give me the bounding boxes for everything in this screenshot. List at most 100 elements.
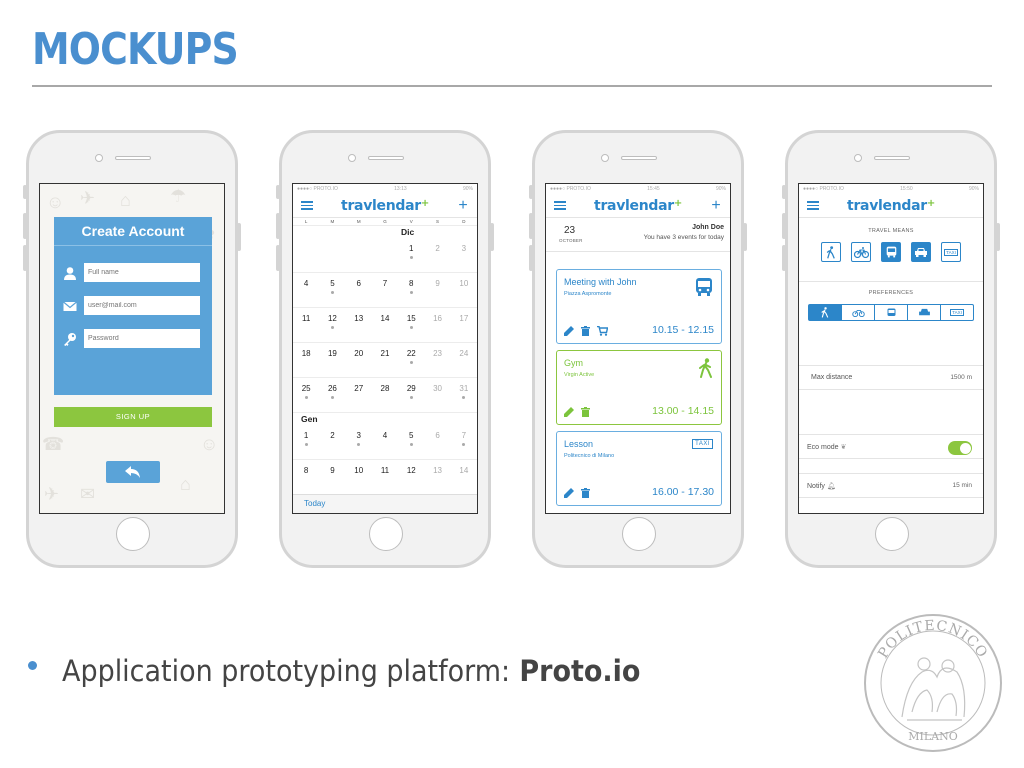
- walk-mode-toggle[interactable]: [821, 242, 841, 262]
- calendar-day[interactable]: 21: [372, 343, 398, 377]
- calendar-day[interactable]: 2: [319, 425, 345, 459]
- calendar-day[interactable]: 29: [398, 378, 424, 412]
- bus-mode-toggle[interactable]: [881, 242, 901, 262]
- pref-bus-segment[interactable]: [875, 305, 908, 320]
- calendar-day[interactable]: 18: [293, 343, 319, 377]
- pref-bike-segment[interactable]: [842, 305, 875, 320]
- calendar-day[interactable]: 28: [372, 378, 398, 412]
- calendar-day[interactable]: 8: [293, 460, 319, 494]
- calendar-day[interactable]: 17: [451, 308, 477, 342]
- calendar-day[interactable]: 19: [319, 343, 345, 377]
- calendar-day[interactable]: 1: [293, 425, 319, 459]
- trash-icon[interactable]: [581, 488, 590, 498]
- calendar-day[interactable]: 3: [346, 425, 372, 459]
- calendar-day[interactable]: 6: [346, 273, 372, 307]
- calendar-day[interactable]: 20: [346, 343, 372, 377]
- pref-walk-segment[interactable]: [809, 305, 842, 320]
- calendar-day[interactable]: 5: [319, 273, 345, 307]
- app-logo: travlendar+: [341, 197, 429, 214]
- events-count-text: You have 3 events for today: [643, 234, 724, 241]
- travel-means-heading: TRAVEL MEANS: [868, 228, 914, 234]
- event-title: Gym: [564, 358, 583, 368]
- calendar-day[interactable]: 10: [451, 273, 477, 307]
- calendar-day[interactable]: 15: [398, 308, 424, 342]
- calendar-day[interactable]: 11: [372, 460, 398, 494]
- calendar-day[interactable]: 6: [424, 425, 450, 459]
- back-button[interactable]: [106, 461, 160, 483]
- menu-icon[interactable]: [554, 201, 566, 210]
- menu-icon[interactable]: [807, 201, 819, 210]
- calendar-day[interactable]: 16: [424, 308, 450, 342]
- edit-icon[interactable]: [564, 488, 574, 498]
- event-place: Politecnico di Milano: [564, 453, 615, 459]
- calendar-day[interactable]: 27: [346, 378, 372, 412]
- eco-mode-label: Eco mode ❦: [807, 444, 847, 451]
- calendar-day[interactable]: 13: [424, 460, 450, 494]
- phone-mockup-calendar: ●●●●○ PROTO.IO 13:13 90% travlendar+ + L M M…: [276, 130, 494, 568]
- event-card[interactable]: Lesson Politecnico di Milano TAXI 16.00 …: [556, 431, 722, 506]
- event-indicator-dot: [330, 396, 334, 399]
- calendar-day: [346, 238, 372, 272]
- taxi-mode-toggle[interactable]: TAXI: [941, 242, 961, 262]
- calendar-day[interactable]: 12: [319, 308, 345, 342]
- pref-taxi-segment[interactable]: TAXI: [941, 305, 973, 320]
- weekday-label: V: [409, 219, 413, 224]
- calendar-day[interactable]: 12: [398, 460, 424, 494]
- bike-mode-toggle[interactable]: [851, 242, 871, 262]
- car-icon: [918, 308, 930, 316]
- calendar-day[interactable]: 2: [424, 238, 450, 272]
- today-button[interactable]: Today: [293, 494, 477, 513]
- calendar-day[interactable]: 13: [346, 308, 372, 342]
- sign-up-button[interactable]: SIGN UP: [54, 407, 212, 427]
- calendar-day[interactable]: 5: [398, 425, 424, 459]
- pref-car-segment[interactable]: [908, 305, 941, 320]
- calendar-day[interactable]: 10: [346, 460, 372, 494]
- calendar-day[interactable]: 9: [319, 460, 345, 494]
- bus-icon: [886, 246, 896, 258]
- calendar-day[interactable]: 14: [451, 460, 477, 494]
- calendar-day[interactable]: 30: [424, 378, 450, 412]
- add-event-button[interactable]: +: [710, 197, 722, 215]
- calendar-day[interactable]: 7: [451, 425, 477, 459]
- calendar-day[interactable]: 3: [451, 238, 477, 272]
- create-account-header: Create Account: [54, 217, 212, 246]
- event-card[interactable]: Meeting with John Piazza Aspromonte 10.1…: [556, 269, 722, 344]
- calendar-day[interactable]: 1: [398, 238, 424, 272]
- trash-icon[interactable]: [581, 326, 590, 336]
- calendar-day[interactable]: 9: [424, 273, 450, 307]
- calendar-day[interactable]: 14: [372, 308, 398, 342]
- calendar-day[interactable]: 22: [398, 343, 424, 377]
- svg-text:POLITECNICO: POLITECNICO: [875, 618, 990, 661]
- politecnico-seal-logo: POLITECNICO MILANO: [864, 614, 1002, 752]
- calendar-day[interactable]: 4: [293, 273, 319, 307]
- add-event-button[interactable]: +: [457, 197, 469, 215]
- trash-icon[interactable]: [581, 407, 590, 417]
- calendar-day[interactable]: 11: [293, 308, 319, 342]
- cart-icon[interactable]: [597, 326, 608, 336]
- eco-mode-toggle[interactable]: [948, 441, 972, 455]
- calendar-day[interactable]: 25: [293, 378, 319, 412]
- car-mode-toggle[interactable]: [911, 242, 931, 262]
- travel-means-selector: TAXI: [799, 242, 983, 262]
- password-input[interactable]: [84, 329, 200, 348]
- event-card[interactable]: Gym Virgin Active 13.00 - 14.15: [556, 350, 722, 425]
- calendar-day[interactable]: 23: [424, 343, 450, 377]
- calendar-day[interactable]: 31: [451, 378, 477, 412]
- calendar-day[interactable]: 4: [372, 425, 398, 459]
- edit-icon[interactable]: [564, 326, 574, 336]
- user-icon: [64, 266, 76, 280]
- max-distance-row[interactable]: Max distance 1500 m: [799, 365, 983, 390]
- walk-icon: [699, 358, 712, 378]
- calendar-day[interactable]: 8: [398, 273, 424, 307]
- max-distance-label: Max distance: [811, 374, 853, 381]
- calendar-day[interactable]: 24: [451, 343, 477, 377]
- email-input[interactable]: [84, 296, 200, 315]
- menu-icon[interactable]: [301, 201, 313, 210]
- calendar-day[interactable]: 7: [372, 273, 398, 307]
- fullname-input[interactable]: [84, 263, 200, 282]
- notify-row[interactable]: Notify 🔔︎ 15 min: [799, 473, 983, 498]
- calendar-day[interactable]: 26: [319, 378, 345, 412]
- user-name: John Doe: [692, 224, 724, 231]
- edit-icon[interactable]: [564, 407, 574, 417]
- weekday-header: LMMGVSD: [293, 218, 477, 226]
